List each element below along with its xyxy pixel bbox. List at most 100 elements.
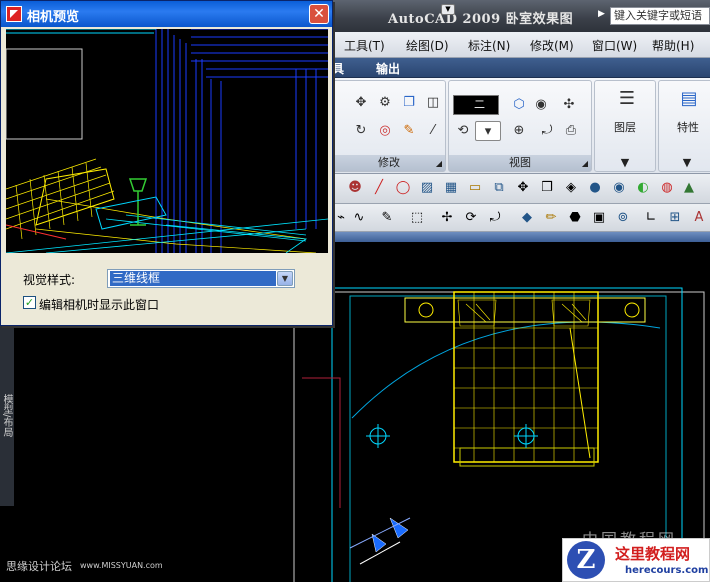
panel-expand-icon[interactable]: ◢ (436, 156, 442, 172)
solid-icon[interactable]: ⬣ (566, 209, 584, 227)
headboard (404, 297, 646, 323)
box-solid-icon[interactable]: ▣ (590, 209, 608, 227)
move3d-icon[interactable]: ✥ (514, 179, 532, 197)
tab-tools[interactable]: 具 (332, 60, 344, 77)
paint-icon[interactable]: ◆ (518, 209, 536, 227)
material-icon[interactable]: ◐ (634, 179, 652, 197)
tab-output[interactable]: 输出 (376, 60, 400, 77)
orbit-icon[interactable]: ✢ (438, 209, 456, 227)
lamp-right (624, 302, 640, 318)
hatch-icon[interactable]: ▨ (418, 179, 436, 197)
menu-dimension[interactable]: 标注(N) (468, 37, 510, 54)
text-icon[interactable]: A (690, 209, 708, 227)
autocad-app-icon (6, 6, 22, 22)
mirror-icon[interactable]: ◫ (423, 93, 443, 113)
wall-picture (6, 48, 83, 140)
landscape-icon[interactable]: ▲ (680, 179, 698, 197)
search-input[interactable]: 键入关键字或短语 (610, 7, 710, 25)
layers-icon: ☰ (618, 88, 636, 109)
trim-icon[interactable]: ✎ (399, 121, 419, 141)
move-icon[interactable]: ✥ (351, 93, 371, 113)
logo-url: herecours.com (625, 565, 709, 576)
walk-icon[interactable]: ⤾ (537, 121, 557, 141)
close-button[interactable]: ✕ (309, 4, 329, 24)
floor-mesh (6, 214, 328, 253)
ribbon: ✥ ⚙ ❐ ◫ ↻ ◎ ✎ ⁄ 修改 ◢ 二 ⬡ ◉ ✣ ⟲ ▾ ⊕ ⤾ ⎙ 视图… (330, 78, 710, 174)
chevron-down-icon[interactable]: ▼ (621, 156, 629, 169)
door-frame (302, 377, 341, 508)
show-window-checkbox[interactable]: ✓ (23, 296, 36, 309)
camera-preview-viewport (6, 29, 328, 253)
union-icon[interactable]: ⧉ (490, 179, 508, 197)
shade-icon[interactable]: ◉ (531, 95, 551, 115)
circle-icon[interactable]: ◯ (394, 179, 412, 197)
menu-bar: 工具(T) 绘图(D) 标注(N) 修改(M) 窗口(W) 帮助(H) (330, 32, 710, 58)
logo-text: 这里教程网 (615, 545, 691, 563)
wall-wireframe (155, 29, 328, 253)
modify-panel: ✥ ⚙ ❐ ◫ ↻ ◎ ✎ ⁄ 修改 ◢ (332, 80, 446, 172)
sphere-icon[interactable]: ● (586, 179, 604, 197)
toolbar-bottom: ⌁ ∿ ✎ ⬚ ✢ ⟳ ⤾ ◆ ✏ ⬣ ▣ ⊚ ∟ ⊞ A (330, 204, 710, 232)
pan-icon[interactable]: ⟲ (453, 121, 473, 141)
visual-style-combo[interactable]: 二 (453, 95, 499, 115)
line-icon[interactable]: ╱ (370, 179, 388, 197)
menu-draw[interactable]: 绘图(D) (406, 37, 449, 54)
array-icon[interactable]: ◎ (375, 121, 395, 141)
preview-wireframe (6, 29, 328, 253)
intersect-icon[interactable]: ⊚ (614, 209, 632, 227)
pencil-icon[interactable]: ✏ (542, 209, 560, 227)
dialog-title: 相机预览 (27, 10, 80, 25)
screen: AutoCAD 2009 卧室效果图 ▶ 键入关键字或短语 工具(T) 绘图(D… (0, 0, 710, 582)
tabs-dropdown-icon[interactable]: ▼ (441, 4, 455, 15)
swivel-icon[interactable]: ⤾ (486, 209, 504, 227)
chevron-down-icon[interactable]: ▼ (683, 156, 691, 169)
watermark-forum: 思缘设计论坛 (6, 560, 72, 573)
camera-glyph[interactable] (349, 517, 411, 565)
chevron-down-icon[interactable]: ▼ (277, 271, 293, 286)
visual-style-value: 三维线框 (110, 271, 276, 286)
ribbon-tabs: 具 输出 (330, 58, 710, 78)
spline-icon[interactable]: ∿ (350, 209, 368, 227)
box-icon[interactable]: ⬡ (509, 95, 529, 115)
modify-panel-title: 修改 (378, 156, 400, 169)
face-icon[interactable]: ☻ (346, 179, 364, 197)
fly-icon[interactable]: ⟳ (462, 209, 480, 227)
menu-help[interactable]: 帮助(H) (652, 37, 694, 54)
watermark-site: www.MISSYUAN.com (80, 561, 163, 570)
visual-style-select[interactable]: 三维线框 ▼ (107, 269, 295, 288)
ucs-icon[interactable]: ∟ (642, 209, 660, 227)
menu-modify[interactable]: 修改(M) (530, 37, 574, 54)
menu-window[interactable]: 窗口(W) (592, 37, 637, 54)
properties-panel[interactable]: ▤ 特性 ▼ (658, 80, 710, 172)
scale-icon[interactable]: ⁄ (423, 121, 443, 141)
camera-icon[interactable]: ⎙ (561, 121, 581, 141)
left-strip: 模型/布局 (0, 326, 14, 506)
zoom-icon[interactable]: ⊕ (509, 121, 529, 141)
properties-label: 特性 (677, 121, 699, 134)
panel-expand-icon[interactable]: ◢ (582, 156, 588, 172)
search-arrow-icon[interactable]: ▶ (598, 9, 605, 19)
edit-icon[interactable]: ✎ (378, 209, 396, 227)
view-panel: 二 ⬡ ◉ ✣ ⟲ ▾ ⊕ ⤾ ⎙ 视图 ◢ (448, 80, 592, 172)
torus-icon[interactable]: ◉ (610, 179, 628, 197)
render-icon[interactable]: ◍ (658, 179, 676, 197)
app-title: AutoCAD 2009 卧室效果图 (388, 12, 574, 27)
rotate-icon[interactable]: ↻ (351, 121, 371, 141)
rotate-3d-icon[interactable]: ⚙ (375, 93, 395, 113)
block-icon[interactable]: ▦ (442, 179, 460, 197)
dimension-icon[interactable]: ⊞ (666, 209, 684, 227)
cube-icon[interactable]: ❒ (538, 179, 556, 197)
polyline-icon[interactable]: ⌁ (332, 209, 350, 227)
site-logo[interactable]: Z 这里教程网 herecours.com (562, 538, 710, 582)
extrude-icon[interactable]: ⬚ (408, 209, 426, 227)
layers-panel[interactable]: ☰ 图层 ▼ (594, 80, 656, 172)
view-dropdown[interactable]: ▾ (475, 121, 501, 141)
ruler-icon[interactable]: ▭ (466, 179, 484, 197)
view-panel-title: 视图 (509, 156, 531, 169)
orbit-icon[interactable]: ✣ (559, 95, 579, 115)
camera-preview-dialog: 相机预览 ✕ 视觉样式: 三维线框 ▼ ✓ 编辑相机时显示此窗口 (0, 0, 333, 326)
dialog-title-bar[interactable]: 相机预览 ✕ (1, 1, 332, 27)
menu-tools[interactable]: 工具(T) (344, 37, 385, 54)
wedge-icon[interactable]: ◈ (562, 179, 580, 197)
copy-icon[interactable]: ❐ (399, 93, 419, 113)
